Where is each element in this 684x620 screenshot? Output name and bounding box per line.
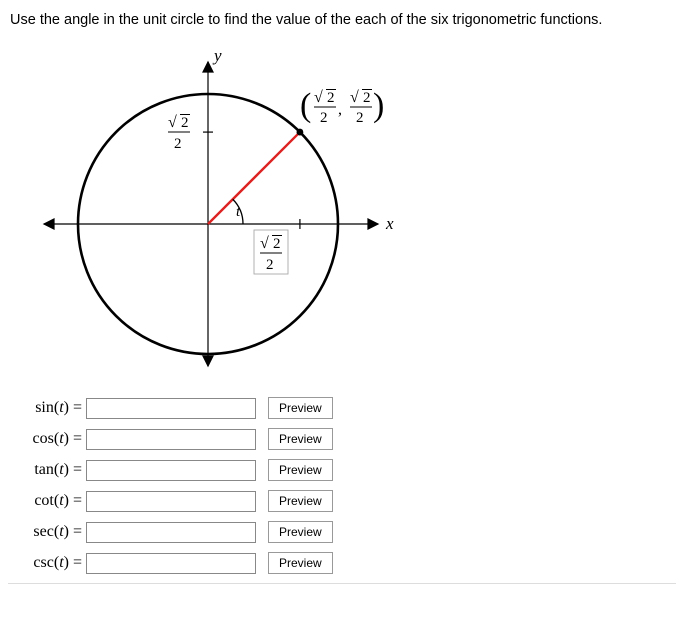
answer-row-sin: sin(t) = Preview [8,397,676,419]
preview-button-cot[interactable]: Preview [268,490,333,512]
answers-block: sin(t) = Preview cos(t) = Preview tan(t)… [8,397,676,574]
svg-text:√: √ [168,114,177,131]
func-label: sin(t) = [8,399,82,417]
terminal-side [208,132,300,224]
angle-label: t [236,204,241,220]
svg-text:(: ( [300,87,311,124]
unit-circle-diagram: x y t ( √ 2 2 , √ 2 2 ) [38,44,676,379]
answer-row-csc: csc(t) = Preview [8,552,676,574]
csc-input[interactable] [86,553,256,574]
unit-circle-svg: x y t ( √ 2 2 , √ 2 2 ) [38,44,398,374]
answer-row-cot: cot(t) = Preview [8,490,676,512]
svg-text:): ) [373,87,384,124]
answer-row-sec: sec(t) = Preview [8,521,676,543]
func-label: cos(t) = [8,430,82,448]
answer-row-tan: tan(t) = Preview [8,459,676,481]
axes [44,62,378,366]
x-tick-label: √ 2 2 [254,230,288,274]
answer-row-cos: cos(t) = Preview [8,428,676,450]
svg-text:2: 2 [320,110,328,126]
instruction-text: Use the angle in the unit circle to find… [8,12,676,28]
svg-text:2: 2 [174,136,182,152]
svg-text:2: 2 [266,257,274,273]
y-axis-label: y [212,46,222,65]
func-label: csc(t) = [8,554,82,572]
x-axis-label: x [385,214,394,233]
sin-input[interactable] [86,398,256,419]
func-label: tan(t) = [8,461,82,479]
svg-text:2: 2 [356,110,364,126]
cos-input[interactable] [86,429,256,450]
point-label: ( √ 2 2 , √ 2 2 ) [300,87,384,126]
func-label: cot(t) = [8,492,82,510]
svg-text:2: 2 [273,236,281,252]
preview-button-csc[interactable]: Preview [268,552,333,574]
bottom-divider [8,583,676,584]
svg-text:√: √ [350,89,359,106]
svg-text:2: 2 [363,90,371,106]
svg-text:√: √ [260,235,269,252]
svg-text:√: √ [314,89,323,106]
preview-button-tan[interactable]: Preview [268,459,333,481]
preview-button-sin[interactable]: Preview [268,397,333,419]
svg-text:2: 2 [327,90,335,106]
svg-text:,: , [338,101,342,118]
y-tick-label: √ 2 2 [168,114,190,152]
terminal-point [297,129,304,136]
preview-button-cos[interactable]: Preview [268,428,333,450]
svg-text:2: 2 [181,115,189,131]
cot-input[interactable] [86,491,256,512]
preview-button-sec[interactable]: Preview [268,521,333,543]
sec-input[interactable] [86,522,256,543]
func-label: sec(t) = [8,523,82,541]
tan-input[interactable] [86,460,256,481]
